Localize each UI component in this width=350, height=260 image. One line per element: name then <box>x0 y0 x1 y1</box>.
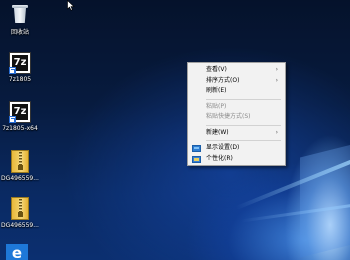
submenu-arrow-icon: › <box>275 128 278 136</box>
recycle-bin-icon <box>10 3 30 25</box>
menu-item-display-settings[interactable]: 显示设置(D) <box>188 143 285 154</box>
menu-separator <box>206 124 281 126</box>
menu-item-paste-shortcut: 粘贴快捷方式(S) <box>188 112 285 123</box>
menu-item-view[interactable]: 查看(V) › <box>188 65 285 76</box>
7zip-icon: 7z <box>9 52 31 74</box>
display-settings-icon <box>192 145 201 152</box>
wallpaper-light-beam <box>241 200 350 223</box>
menu-item-personalize[interactable]: 个性化(R) <box>188 154 285 165</box>
menu-separator <box>206 98 281 100</box>
7zip-icon: 7z <box>9 101 31 123</box>
menu-item-refresh[interactable]: 刷新(E) <box>188 86 285 97</box>
menu-separator <box>206 140 281 141</box>
edge-icon: e <box>11 244 23 260</box>
menu-item-label: 粘贴快捷方式(S) <box>206 113 251 120</box>
personalize-icon <box>192 155 201 163</box>
shortcut-arrow-icon <box>9 67 16 74</box>
menu-item-label: 查看(V) <box>206 66 227 73</box>
menu-item-label: 粘贴(P) <box>206 102 227 110</box>
desktop-icon-7z1805[interactable]: 7z 7z1805 <box>2 52 38 83</box>
bin-body <box>14 8 26 23</box>
menu-item-label: 刷新(E) <box>206 87 227 94</box>
menu-item-label: 新建(W) <box>206 128 229 136</box>
desktop-icon-edge[interactable]: e <box>6 244 28 260</box>
menu-item-label: 个性化(R) <box>206 154 233 162</box>
menu-item-paste: 粘贴(P) <box>188 102 285 113</box>
desktop-icon-7z1805-x64[interactable]: 7z 7z1805-x64 <box>2 101 38 132</box>
zip-archive-icon <box>11 150 29 173</box>
desktop-context-menu: 查看(V) › 排序方式(O) › 刷新(E) 粘贴(P) 粘贴快捷方式(S) … <box>187 62 286 166</box>
desktop-icon-recycle-bin[interactable]: 回收站 <box>2 3 38 36</box>
shortcut-arrow-icon <box>9 116 16 123</box>
submenu-arrow-icon: › <box>275 76 278 84</box>
desktop-icon-label: DG496559... <box>1 175 39 182</box>
desktop-icon-label: 7z1805-x64 <box>2 125 38 132</box>
menu-item-sort-by[interactable]: 排序方式(O) › <box>188 76 285 87</box>
menu-item-label: 排序方式(O) <box>206 76 240 84</box>
zip-archive-icon <box>11 197 29 220</box>
wallpaper-light-pane <box>300 142 350 258</box>
desktop-icon-label: 7z1805 <box>8 76 32 83</box>
desktop-icon-label: 回收站 <box>10 29 29 36</box>
mouse-cursor-icon <box>67 0 75 11</box>
menu-item-new[interactable]: 新建(W) › <box>188 128 285 139</box>
desktop-icon-archive-1[interactable]: DG496559... <box>1 150 39 182</box>
desktop-icon-archive-2[interactable]: DG496559... <box>1 197 39 229</box>
submenu-arrow-icon: › <box>275 66 278 73</box>
desktop-icon-label: DG496559... <box>1 222 39 229</box>
bin-lid <box>12 5 28 8</box>
menu-item-label: 显示设置(D) <box>206 144 240 151</box>
